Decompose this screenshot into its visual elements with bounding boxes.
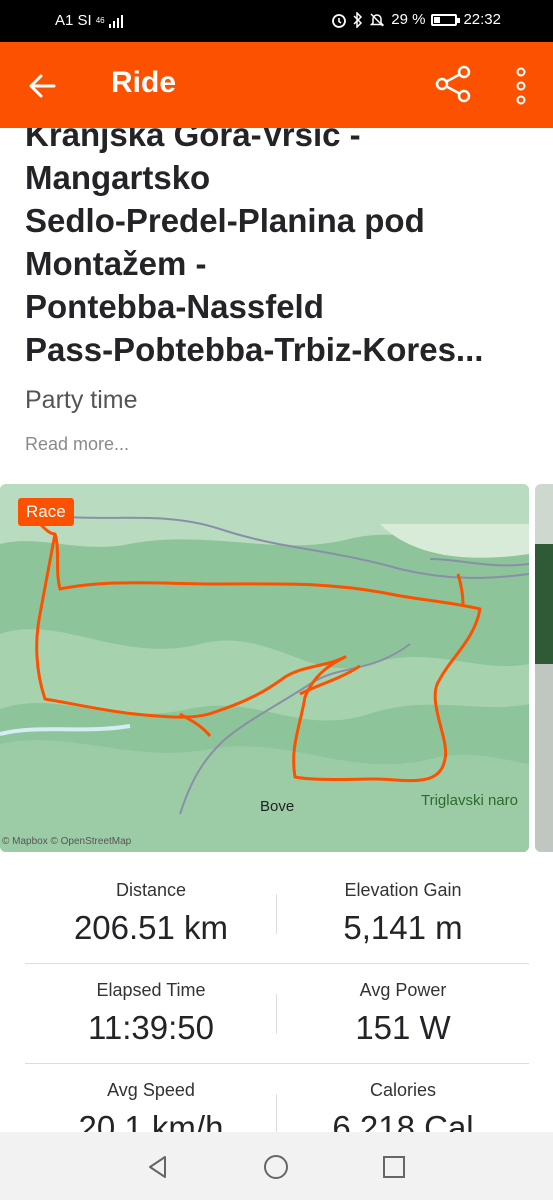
stat-value: 206.51 km [73, 909, 229, 946]
map-place-label: Triglavski naro [421, 792, 518, 809]
stat-calories: Calories 6,218 Cal [277, 1064, 529, 1132]
read-more-link[interactable]: Read more... [25, 434, 129, 455]
stat-value: 5,141 m [343, 909, 463, 946]
stat-label: Elevation Gain [344, 880, 462, 900]
status-bar: A1 SI 46 29 % 22:32 [0, 0, 553, 42]
title-line: Sedlo-Predel-Planina pod [25, 202, 425, 239]
page-title: Ride [111, 66, 177, 99]
activity-content: Kranjska Gora-Vrsic - Mangartsko Sedlo-P… [0, 128, 553, 1132]
nav-recents-icon[interactable] [381, 1154, 407, 1180]
battery-icon [431, 13, 461, 26]
stat-avg-speed: Avg Speed 20.1 km/h [25, 1064, 277, 1132]
title-line: Kranjska Gora-Vrsic - [25, 128, 361, 153]
stats-grid: Distance 206.51 km Elevation Gain 5,141 … [25, 864, 529, 1132]
map-attribution[interactable]: © Mapbox © OpenStreetMap [2, 836, 131, 847]
share-icon[interactable] [432, 62, 476, 106]
stat-value: 151 W [355, 1009, 451, 1046]
stat-label: Avg Power [359, 980, 447, 1000]
more-vert-icon[interactable] [510, 66, 532, 106]
stat-avg-power: Avg Power 151 W [277, 964, 529, 1047]
photo-graphic [535, 484, 553, 852]
network-type: 46 [95, 15, 105, 25]
map-place-label: Bove [260, 798, 295, 815]
clock: 22:32 [463, 11, 501, 28]
nav-home-icon[interactable] [263, 1154, 289, 1180]
route-map[interactable]: Race Bove Triglavski naro © Mapbox © Ope… [0, 484, 529, 852]
stat-elapsed-time: Elapsed Time 11:39:50 [25, 964, 277, 1047]
bluetooth-icon [353, 11, 363, 28]
stat-distance: Distance 206.51 km [25, 864, 277, 947]
stat-value: 6,218 Cal [332, 1109, 474, 1132]
activity-title: Kranjska Gora-Vrsic - Mangartsko Sedlo-P… [25, 128, 530, 371]
signal-icon [108, 14, 123, 28]
stats-row: Distance 206.51 km Elevation Gain 5,141 … [25, 864, 529, 964]
nav-back-icon[interactable] [145, 1154, 171, 1180]
stats-row: Elapsed Time 11:39:50 Avg Power 151 W [25, 964, 529, 1064]
status-left: A1 SI 46 [55, 12, 123, 29]
title-line: Pass-Pobtebba-Trbiz-Kores... [25, 331, 484, 368]
title-line: Montažem - [25, 245, 207, 282]
stats-row: Avg Speed 20.1 km/h Calories 6,218 Cal [25, 1064, 529, 1132]
race-badge: Race [18, 498, 74, 526]
photo-thumbnail[interactable] [535, 484, 553, 852]
stat-label: Avg Speed [107, 1080, 195, 1100]
mute-icon [369, 12, 385, 27]
status-right: 29 % 22:32 [331, 11, 501, 28]
battery-percent: 29 % [391, 11, 426, 28]
stat-elevation-gain: Elevation Gain 5,141 m [277, 864, 529, 947]
activity-description: Party time [25, 386, 138, 414]
title-line: Mangartsko [25, 159, 211, 196]
alarm-icon [332, 13, 347, 28]
stat-label: Elapsed Time [96, 980, 206, 1000]
stat-value: 20.1 km/h [78, 1109, 224, 1132]
back-arrow-icon[interactable] [24, 68, 60, 104]
system-nav-bar [0, 1132, 553, 1200]
carrier-label: A1 SI [55, 12, 92, 29]
stat-value: 11:39:50 [87, 1009, 214, 1046]
app-bar: Ride [0, 42, 553, 128]
stat-label: Distance [115, 880, 187, 900]
stat-label: Calories [369, 1080, 437, 1100]
title-line: Pontebba-Nassfeld [25, 288, 324, 325]
